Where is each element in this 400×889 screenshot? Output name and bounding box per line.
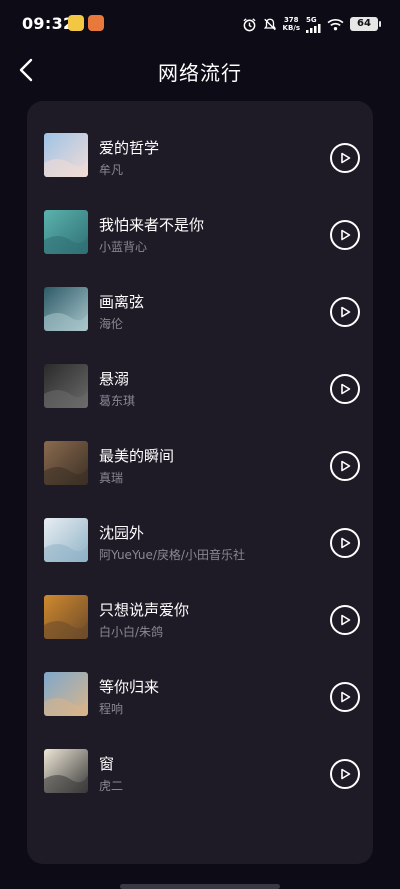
status-bar: 09:32 378 KB/s 5G 64	[0, 0, 400, 48]
album-art-image	[44, 210, 88, 254]
song-title: 最美的瞬间	[99, 447, 175, 465]
signal-bars-icon	[306, 23, 321, 33]
album-cover	[44, 441, 88, 485]
song-artist: 海伦	[99, 317, 124, 331]
play-button[interactable]	[330, 759, 360, 789]
album-art-image	[44, 672, 88, 716]
song-row[interactable]: 只想说声爱你白小白/朱鸽	[27, 579, 373, 656]
song-row[interactable]: 画离弦 海伦	[27, 271, 373, 348]
play-circle-icon	[341, 614, 351, 626]
app-notification-icon	[68, 15, 84, 31]
song-title: 窗	[99, 755, 115, 773]
play-circle-icon	[341, 537, 351, 549]
album-art-image	[44, 133, 88, 177]
song-title: 悬溺	[99, 370, 130, 388]
song-list-card: Bomb比尔爱的哲学牟凡我怕来者不是你小蓝背心画离弦海伦悬溺葛东琪最美的瞬间真瑞…	[27, 101, 373, 864]
play-circle-icon	[341, 229, 351, 241]
album-cover	[44, 595, 88, 639]
album-cover	[44, 518, 88, 562]
net-speed: 378 KB/s	[283, 16, 300, 32]
song-row[interactable]: 悬溺 葛东琪	[27, 348, 373, 425]
album-art-image	[44, 364, 88, 408]
album-art-image	[44, 749, 88, 793]
album-art-image	[44, 518, 88, 562]
play-button[interactable]	[330, 374, 360, 404]
song-artist: 程响	[99, 702, 124, 716]
play-button[interactable]	[330, 143, 360, 173]
play-button[interactable]	[330, 605, 360, 635]
song-title: 沈园外	[99, 524, 145, 542]
song-row[interactable]: Bomb比尔	[27, 101, 373, 117]
status-time: 09:32	[22, 14, 75, 33]
song-artist: 虎二	[99, 779, 124, 793]
song-artist: 葛东琪	[99, 394, 136, 408]
page-title: 网络流行	[158, 61, 242, 85]
play-button[interactable]	[330, 451, 360, 481]
home-indicator[interactable]	[120, 884, 280, 889]
song-title: 画离弦	[99, 293, 145, 311]
song-artist: 小蓝背心	[99, 240, 148, 254]
play-circle-icon	[341, 691, 351, 703]
header: 网络流行	[0, 48, 400, 92]
album-cover	[44, 133, 88, 177]
song-row[interactable]: 沈园外阿YueYue/戾格/小田音乐社	[27, 502, 373, 579]
play-button[interactable]	[330, 682, 360, 712]
network-type: 5G	[306, 15, 317, 24]
play-circle-icon	[341, 383, 351, 395]
play-circle-icon	[341, 306, 351, 318]
wifi-icon	[327, 18, 344, 30]
album-cover	[44, 210, 88, 254]
net-speed-value: 378	[283, 16, 299, 24]
song-artist: 真瑞	[99, 471, 124, 485]
song-artist: 阿YueYue/戾格/小田音乐社	[99, 548, 245, 562]
alarm-icon	[242, 17, 256, 31]
album-art-image	[44, 595, 88, 639]
play-circle-icon	[341, 768, 351, 780]
status-icons: 378 KB/s 5G 64	[242, 14, 381, 34]
play-button[interactable]	[330, 297, 360, 327]
song-row[interactable]: 窗虎二	[27, 733, 373, 810]
album-art-image	[44, 287, 88, 331]
battery-indicator: 64	[350, 17, 381, 31]
album-cover	[44, 287, 88, 331]
song-title: 爱的哲学	[99, 139, 160, 157]
song-title: 等你归来	[99, 678, 160, 696]
song-title: 我怕来者不是你	[99, 216, 205, 234]
mute-bell-icon	[263, 18, 276, 30]
song-row[interactable]: 最美的瞬间 真瑞	[27, 425, 373, 502]
song-title: 只想说声爱你	[99, 601, 190, 619]
song-row[interactable]: 爱的哲学 牟凡	[27, 117, 373, 194]
net-speed-unit: KB/s	[282, 24, 300, 32]
album-cover	[44, 749, 88, 793]
game-notification-icon	[88, 15, 104, 31]
play-circle-icon	[341, 460, 351, 472]
play-button[interactable]	[330, 528, 360, 558]
song-row[interactable]: 我怕来者不是你小蓝背心	[27, 194, 373, 271]
cell-signal: 5G	[306, 16, 321, 33]
song-row[interactable]: 等你归来 程响	[27, 656, 373, 733]
album-cover	[44, 364, 88, 408]
album-cover	[44, 672, 88, 716]
play-button[interactable]	[330, 220, 360, 250]
song-artist: 牟凡	[99, 163, 124, 177]
album-art-image	[44, 441, 88, 485]
play-circle-icon	[341, 152, 351, 164]
song-artist: 白小白/朱鸽	[99, 625, 164, 639]
song-list: Bomb比尔爱的哲学牟凡我怕来者不是你小蓝背心画离弦海伦悬溺葛东琪最美的瞬间真瑞…	[27, 101, 373, 810]
